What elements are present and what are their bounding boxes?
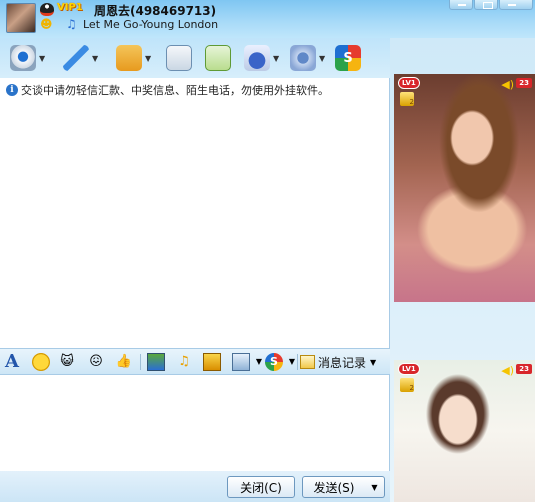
sogou-button[interactable] <box>335 44 361 72</box>
send-file-icon <box>116 45 142 71</box>
minimize-button[interactable] <box>449 0 473 10</box>
remote-assist-button[interactable]: ▼ <box>244 44 279 72</box>
divider <box>297 354 298 370</box>
music-icon: ♫ <box>66 17 77 31</box>
screen-shake-icon[interactable]: 😖 <box>87 353 105 371</box>
chevron-down-icon[interactable]: ▼ <box>273 54 279 63</box>
font-button[interactable]: A <box>3 353 21 371</box>
chevron-down-icon[interactable]: ▼ <box>319 54 325 63</box>
chevron-down-icon[interactable]: ▼ <box>145 54 151 63</box>
security-notice: i 交谈中请勿轻信汇款、中奖信息、陌生电话，勿使用外挂软件。 <box>6 82 329 98</box>
send-file-button[interactable]: ▼ <box>116 44 151 72</box>
vip-badge[interactable]: VIP1 <box>57 2 83 13</box>
screenshot-icon[interactable] <box>232 353 250 371</box>
count-badge: 23 <box>516 78 532 88</box>
volume-icon[interactable]: ◀) <box>501 78 514 91</box>
title-bar: VIP1 ☻ 周恩去(498469713) ♫ Let Me Go-Young … <box>0 0 535 38</box>
history-label: 消息记录 <box>318 355 367 370</box>
divider <box>140 354 141 370</box>
count-badge: 23 <box>516 364 532 374</box>
music-share-icon[interactable]: ♫ <box>175 353 193 371</box>
emoticon-icon[interactable] <box>32 353 50 371</box>
star-icon: ☻ <box>40 17 53 31</box>
message-history-area[interactable]: i 交谈中请勿轻信汇款、中奖信息、陌生电话，勿使用外挂软件。 <box>0 78 390 348</box>
gift-icon[interactable] <box>203 353 221 371</box>
settings-button[interactable]: ▼ <box>290 44 325 72</box>
send-button[interactable]: 发送(S) <box>302 476 366 498</box>
volume-icon[interactable]: ◀) <box>501 364 514 377</box>
contact-show-photo[interactable]: LV1 ◀) 23 2 <box>394 74 535 302</box>
chevron-down-icon[interactable]: ▼ <box>370 358 376 367</box>
contact-signature: Let Me Go-Young London <box>83 18 219 31</box>
voice-call-button[interactable]: ▼ <box>63 44 98 72</box>
security-notice-text: 交谈中请勿轻信汇款、中奖信息、陌生电话，勿使用外挂软件。 <box>21 84 329 97</box>
format-toolbar: A 😺 😖 👍 ♫ ▼ S ▼ 消息记录 ▼ <box>0 348 390 375</box>
contact-avatar[interactable] <box>6 3 36 33</box>
level-badge: LV1 <box>398 77 420 89</box>
video-call-button[interactable]: ▼ <box>10 44 45 72</box>
microphone-icon <box>63 45 89 71</box>
settings-icon <box>290 45 316 71</box>
voice-message-icon[interactable]: 👍 <box>115 353 133 371</box>
send-options-dropdown[interactable]: ▼ <box>365 476 385 498</box>
main-toolbar: ▼ ▼ ▼ ▼ ▼ <box>0 38 390 78</box>
chevron-down-icon[interactable]: ▼ <box>283 353 301 371</box>
close-window-button[interactable] <box>499 0 533 10</box>
level-badge: LV1 <box>398 363 420 375</box>
sms-icon <box>205 45 231 71</box>
remote-assist-icon <box>244 45 270 71</box>
message-input[interactable] <box>0 375 390 471</box>
side-panel: LV1 ◀) 23 2 LV1 ◀) 23 2 <box>390 38 535 502</box>
sogou-icon[interactable]: S <box>265 353 283 371</box>
chevron-down-icon[interactable]: ▼ <box>39 54 45 63</box>
rank-icon: 2 <box>400 92 414 106</box>
bottom-bar: 关闭(C) 发送(S) ▼ <box>0 471 390 502</box>
magic-emoticon-icon[interactable]: 😺 <box>58 353 76 371</box>
chevron-down-icon[interactable]: ▼ <box>92 54 98 63</box>
maximize-button[interactable] <box>474 0 498 10</box>
sms-button[interactable] <box>205 44 231 72</box>
close-button[interactable]: 关闭(C) <box>227 476 295 498</box>
self-show-photo[interactable]: LV1 ◀) 23 2 <box>394 360 535 502</box>
history-icon <box>300 355 315 369</box>
info-icon: i <box>6 84 18 96</box>
email-button[interactable] <box>166 44 192 72</box>
message-history-button[interactable]: 消息记录 ▼ <box>300 353 376 371</box>
send-image-icon[interactable] <box>147 353 165 371</box>
contact-nickname: 周恩去(498469713) <box>94 4 217 18</box>
rank-icon: 2 <box>400 378 414 392</box>
email-icon <box>166 45 192 71</box>
sogou-icon <box>335 45 361 71</box>
qq-status-icon <box>40 3 54 16</box>
camera-icon <box>10 45 36 71</box>
